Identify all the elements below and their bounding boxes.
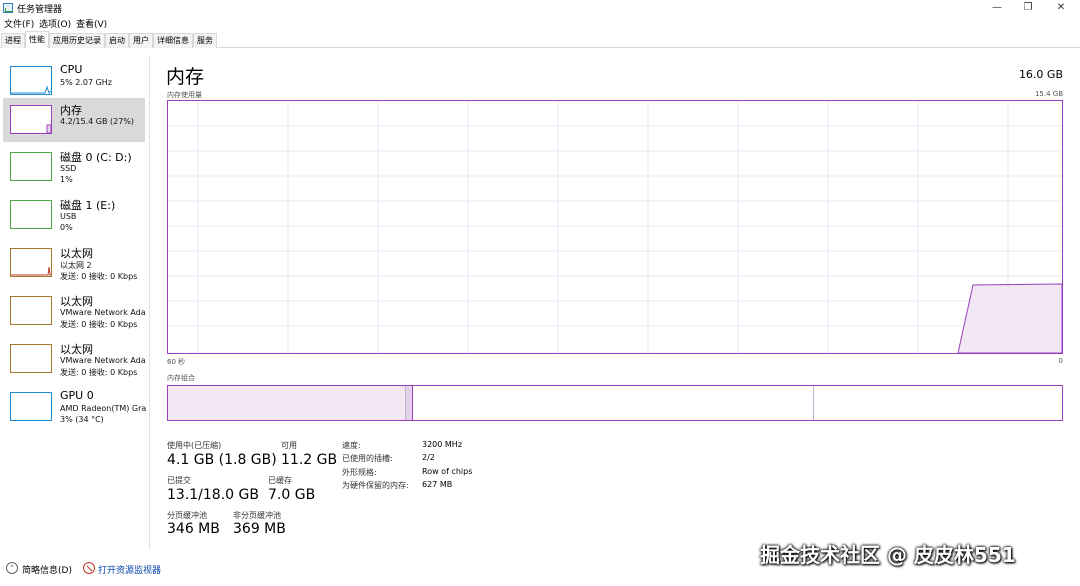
composition-label: 内存组合	[167, 374, 195, 382]
committed-value: 13.1/18.0 GB	[167, 487, 259, 503]
sidebar-item-usage: 3% (34 °C)	[60, 415, 104, 424]
usage-graph-label: 内存使用量	[167, 91, 202, 99]
tab-services[interactable]: 服务	[193, 33, 217, 48]
maximize-button[interactable]: ❐	[1013, 0, 1043, 16]
form-factor-label: 外形规格:	[342, 468, 377, 477]
tab-startup[interactable]: 启动	[105, 33, 129, 48]
ethernet-2-thumbnail-graph	[10, 296, 52, 325]
sidebar-item-detail: SSD	[60, 164, 77, 173]
sidebar-item-detail: 以太网 2	[60, 261, 92, 270]
committed-label: 已提交	[167, 476, 191, 485]
ethernet-thumbnail-line	[11, 266, 51, 276]
sidebar-item-detail: VMware Network Ada	[60, 356, 146, 365]
ethernet-3-thumbnail-graph	[10, 344, 52, 373]
chevron-up-icon[interactable]: ⌃	[6, 562, 18, 574]
task-manager-icon	[3, 3, 13, 13]
graph-axis-end: 0	[1058, 357, 1063, 365]
hardware-reserved-label: 为硬件保留的内存:	[342, 481, 409, 490]
tab-bar: 进程 性能 应用历史记录 启动 用户 详细信息 服务	[0, 31, 1080, 48]
sidebar-item-title: 内存	[60, 104, 82, 117]
cached-label: 已缓存	[268, 476, 292, 485]
tab-app-history[interactable]: 应用历史记录	[49, 33, 105, 48]
usage-graph-max: 15.4 GB	[1034, 90, 1063, 98]
ethernet-1-thumbnail-graph	[10, 248, 52, 277]
composition-in-use	[168, 386, 405, 420]
memory-usage-graph-svg	[168, 101, 1063, 354]
cpu-thumbnail-graph	[10, 66, 52, 95]
cpu-thumbnail-line	[11, 85, 52, 94]
title-bar: 任务管理器 — ❐ ✕	[0, 0, 1080, 16]
sidebar-item-disk-0[interactable]: 磁盘 0 (C: D:) SSD 1%	[3, 145, 145, 189]
gpu-thumbnail-graph	[10, 392, 52, 421]
sidebar-item-gpu[interactable]: GPU 0 AMD Radeon(TM) Gra 3% (34 °C)	[3, 385, 147, 429]
graph-axis-start: 60 秒	[167, 358, 186, 366]
sidebar-item-cpu[interactable]: CPU 5% 2.07 GHz	[3, 59, 145, 103]
menu-file[interactable]: 文件(F)	[4, 17, 34, 30]
memory-usage-area	[957, 283, 1063, 354]
fewer-details-button[interactable]: 简略信息(D)	[22, 563, 72, 576]
in-use-label: 使用中(已压缩)	[167, 441, 222, 450]
tab-users[interactable]: 用户	[129, 33, 153, 48]
cached-value: 7.0 GB	[268, 487, 316, 503]
sidebar-item-throughput: 发送: 0 接收: 0 Kbps	[60, 368, 138, 377]
sidebar-item-title: CPU	[60, 63, 83, 76]
form-factor-value: Row of chips	[422, 467, 473, 476]
paged-pool-value: 346 MB	[167, 521, 220, 537]
sidebar-item-detail: USB	[60, 212, 77, 221]
memory-thumbnail-graph	[10, 105, 52, 134]
menu-view[interactable]: 查看(V)	[76, 17, 107, 30]
memory-thumbnail-fill	[46, 124, 52, 134]
sidebar-item-title: 磁盘 0 (C: D:)	[60, 151, 132, 164]
composition-modified	[405, 386, 413, 420]
sidebar-item-usage: 1%	[60, 175, 73, 184]
close-button[interactable]: ✕	[1046, 0, 1076, 16]
tab-processes[interactable]: 进程	[1, 33, 25, 48]
hardware-reserved-value: 627 MB	[422, 480, 453, 489]
in-use-value: 4.1 GB (1.8 GB)	[167, 452, 277, 468]
page-title: 内存	[166, 66, 205, 88]
resource-sidebar: CPU 5% 2.07 GHz 内存 4.2/15.4 GB (27%) 磁盘 …	[0, 55, 150, 550]
open-resource-monitor-link[interactable]: 打开资源监视器	[98, 563, 161, 576]
sidebar-item-disk-1[interactable]: 磁盘 1 (E:) USB 0%	[3, 193, 145, 237]
sidebar-item-title: 以太网	[60, 343, 93, 356]
memory-composition-bar	[167, 385, 1063, 421]
sidebar-item-title: GPU 0	[60, 389, 94, 402]
tab-details[interactable]: 详细信息	[153, 33, 193, 48]
sidebar-item-detail: VMware Network Ada	[60, 308, 146, 317]
watermark-text: 掘金技术社区 @ 皮皮林551	[760, 543, 1016, 567]
window-title: 任务管理器	[17, 5, 63, 15]
memory-usage-graph	[167, 100, 1063, 354]
resource-monitor-icon[interactable]	[83, 562, 95, 574]
disk-1-thumbnail-graph	[10, 200, 52, 229]
sidebar-item-detail: 4.2/15.4 GB (27%)	[60, 117, 135, 126]
disk-0-thumbnail-graph	[10, 152, 52, 181]
tab-performance[interactable]: 性能	[25, 31, 49, 48]
available-label: 可用	[281, 441, 297, 450]
slots-value: 2/2	[422, 453, 435, 462]
sidebar-item-detail: 5% 2.07 GHz	[60, 78, 113, 87]
speed-label: 速度:	[342, 441, 361, 450]
sidebar-item-ethernet-1[interactable]: 以太网 以太网 2 发送: 0 接收: 0 Kbps	[3, 241, 145, 285]
minimize-button[interactable]: —	[982, 0, 1012, 16]
available-value: 11.2 GB	[281, 452, 338, 468]
composition-standby-divider	[813, 386, 814, 420]
sidebar-item-memory[interactable]: 内存 4.2/15.4 GB (27%)	[3, 98, 145, 142]
sidebar-item-ethernet-3[interactable]: 以太网 VMware Network Ada 发送: 0 接收: 0 Kbps	[3, 337, 146, 381]
sidebar-item-throughput: 发送: 0 接收: 0 Kbps	[60, 272, 138, 281]
sidebar-item-title: 以太网	[60, 295, 93, 308]
sidebar-item-title: 磁盘 1 (E:)	[60, 199, 116, 212]
sidebar-item-detail: AMD Radeon(TM) Gra	[60, 404, 147, 413]
sidebar-item-throughput: 发送: 0 接收: 0 Kbps	[60, 320, 138, 329]
sidebar-item-title: 以太网	[60, 247, 93, 260]
nonpaged-pool-label: 非分页缓冲池	[233, 511, 281, 520]
nonpaged-pool-value: 369 MB	[233, 521, 286, 537]
slots-label: 已使用的插槽:	[342, 454, 393, 463]
total-memory: 16.0 GB	[1018, 68, 1063, 81]
paged-pool-label: 分页缓冲池	[167, 511, 207, 520]
sidebar-item-usage: 0%	[60, 223, 73, 232]
sidebar-item-ethernet-2[interactable]: 以太网 VMware Network Ada 发送: 0 接收: 0 Kbps	[3, 289, 146, 333]
speed-value: 3200 MHz	[422, 440, 463, 449]
menu-options[interactable]: 选项(O)	[39, 17, 71, 30]
